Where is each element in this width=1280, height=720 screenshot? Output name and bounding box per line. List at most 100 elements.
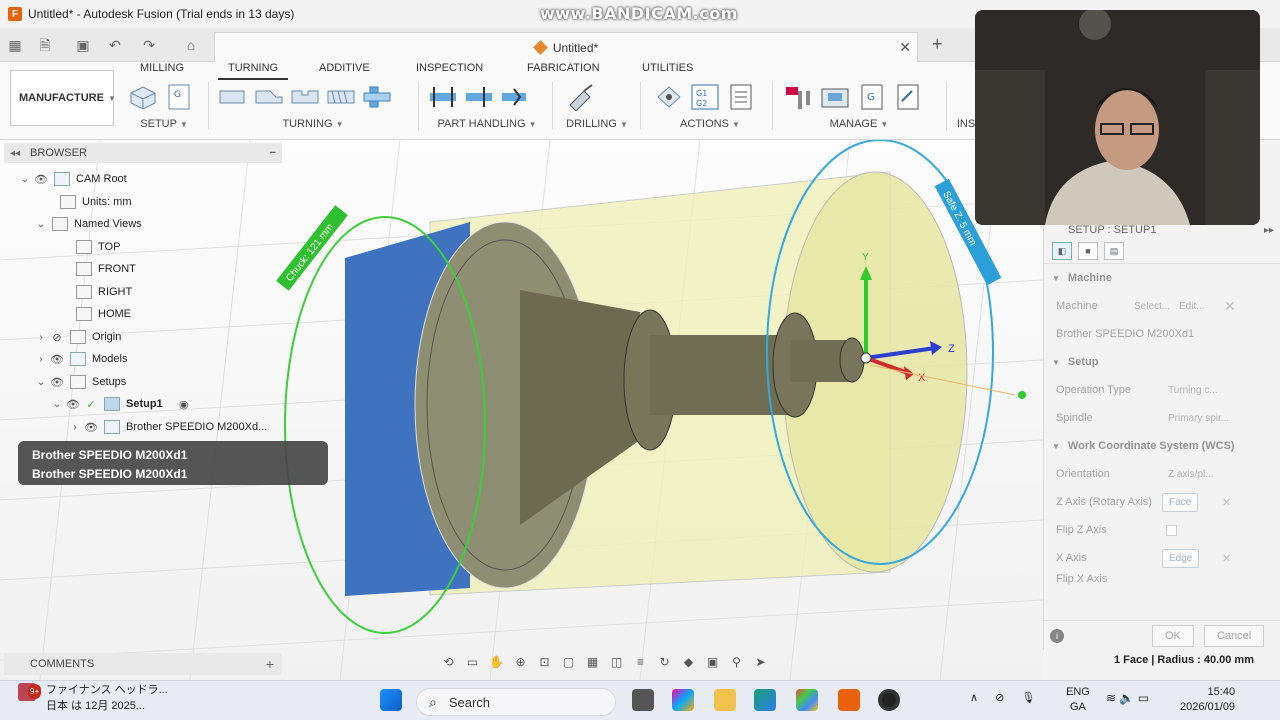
taskbar-clock[interactable]: 15:40 2026/01/09: [1180, 685, 1235, 715]
zoom-icon[interactable]: ⊕: [512, 655, 529, 669]
post-tab-icon[interactable]: ▤: [1104, 242, 1124, 260]
chevron-right-icon[interactable]: ›: [68, 422, 82, 433]
orbit-icon[interactable]: ⟲: [440, 655, 457, 669]
file-menu-icon[interactable]: 🗎: [36, 36, 54, 54]
expand-dialog-icon[interactable]: ▸▸: [1264, 225, 1274, 236]
tool-library-icon[interactable]: [784, 83, 814, 111]
close-tab-icon[interactable]: ✕: [899, 39, 911, 56]
chevron-down-icon[interactable]: ⌄: [34, 219, 48, 230]
layers-icon[interactable]: ≡: [632, 655, 649, 669]
new-tab-plus-icon[interactable]: +: [932, 34, 943, 55]
chevron-down-icon[interactable]: ⌄: [18, 174, 32, 185]
chevron-down-icon[interactable]: ⌄: [34, 377, 48, 388]
radio-active-icon[interactable]: ◉: [175, 398, 193, 411]
part-off-icon[interactable]: [500, 83, 530, 111]
post-process-g1g2-icon[interactable]: G1G2: [690, 83, 720, 111]
visual-style-icon[interactable]: ◆: [680, 655, 697, 669]
tab-fabrication[interactable]: FABRICATION: [527, 62, 600, 80]
collapse-panel-icon[interactable]: ◂◂: [10, 148, 20, 159]
chevron-right-icon[interactable]: ›: [34, 354, 48, 365]
visibility-eye-icon[interactable]: 👁: [32, 173, 50, 186]
tree-item-view-home[interactable]: HOME: [72, 303, 131, 325]
tab-turning[interactable]: TURNING: [218, 62, 289, 80]
data-panel-grid-icon[interactable]: ▦: [6, 36, 24, 54]
x-axis-edge-selector[interactable]: Edge: [1162, 548, 1200, 568]
task-view-icon[interactable]: [632, 689, 654, 711]
turning-profile-icon[interactable]: [254, 83, 284, 111]
new-setup-icon[interactable]: [128, 83, 158, 111]
post-library-icon[interactable]: G: [856, 83, 886, 111]
microphone-icon[interactable]: 🎙: [1021, 692, 1035, 704]
home-icon[interactable]: ⌂: [182, 36, 200, 54]
chevron-right-icon[interactable]: ›: [34, 332, 48, 343]
workspace-switcher[interactable]: MANUFACTURE ▼: [10, 70, 116, 126]
chevron-down-icon[interactable]: ⌄: [50, 399, 64, 410]
orientation-dropdown[interactable]: Z axis/pl...: [1168, 469, 1214, 480]
visibility-eye-icon[interactable]: 👁: [64, 398, 82, 411]
quick-settings-icons[interactable]: ≋ 🔈 ▭: [1106, 691, 1149, 705]
windows-start-icon[interactable]: [380, 689, 402, 711]
edit-machine-button[interactable]: Edit...: [1179, 301, 1205, 312]
visibility-eye-icon[interactable]: 👁: [48, 353, 66, 366]
viewports-icon[interactable]: ◫: [608, 655, 625, 669]
post-process-icon[interactable]: G: [164, 83, 194, 111]
tab-inspection[interactable]: INSPECTION: [416, 62, 483, 80]
save-icon[interactable]: ▣: [74, 36, 92, 54]
file-explorer-icon[interactable]: [714, 689, 736, 711]
cancel-button[interactable]: Cancel: [1204, 625, 1265, 647]
input-language-indicator[interactable]: ENG GA: [1066, 685, 1090, 715]
turning-part-icon[interactable]: [362, 83, 392, 111]
drilling-group-label[interactable]: DRILLING: [566, 118, 617, 130]
visibility-eye-icon[interactable]: 👁: [48, 376, 66, 389]
tab-utilities[interactable]: UTILITIES: [642, 62, 693, 80]
wcs-section-header[interactable]: ▼ Work Coordinate System (WCS): [1044, 432, 1280, 460]
tree-item-units[interactable]: Units: mm: [56, 191, 132, 213]
display-settings-icon[interactable]: ▢: [560, 655, 577, 669]
refresh-icon[interactable]: ↻: [656, 655, 673, 669]
clear-machine-icon[interactable]: ✕: [1224, 298, 1236, 315]
environment-icon[interactable]: ▣: [704, 655, 721, 669]
drill-icon[interactable]: [566, 83, 596, 111]
undo-icon[interactable]: ↶: [106, 36, 124, 54]
bar-pull-icon[interactable]: [464, 83, 494, 111]
clear-z-axis-icon[interactable]: ✕: [1222, 496, 1231, 509]
flip-z-checkbox[interactable]: [1166, 524, 1177, 536]
tree-item-setup1[interactable]: ⌄ 👁 ✓ Setup1 ◉: [50, 393, 193, 415]
turning-thread-icon[interactable]: [326, 83, 356, 111]
wcs-origin-point[interactable]: [860, 352, 872, 364]
select-machine-button[interactable]: Select...: [1134, 301, 1170, 312]
machine-section-header[interactable]: ▼ Machine: [1044, 264, 1280, 292]
tree-item-view-front[interactable]: FRONT: [72, 258, 136, 280]
tree-item-view-top[interactable]: TOP: [72, 236, 120, 258]
part-handling-group-label[interactable]: PART HANDLING: [437, 118, 525, 130]
browser-header[interactable]: ◂◂ BROWSER −: [4, 143, 282, 163]
tree-item-setups[interactable]: ⌄ 👁 Setups: [34, 371, 126, 393]
hidden-eye-icon[interactable]: ⊘: [48, 331, 66, 344]
operation-type-dropdown[interactable]: Turning c...: [1168, 385, 1218, 396]
simulate-icon[interactable]: [654, 83, 684, 111]
network-off-icon[interactable]: ⊘: [995, 692, 1004, 704]
zoom-window-icon[interactable]: ⊡: [536, 655, 553, 669]
setup-section-header[interactable]: ▼ Setup: [1044, 348, 1280, 376]
setup-group-label[interactable]: SETUP: [140, 118, 176, 130]
bandicam-record-icon[interactable]: [878, 689, 900, 711]
ok-button[interactable]: OK: [1152, 625, 1194, 647]
turning-face-icon[interactable]: [218, 83, 248, 111]
tab-additive[interactable]: ADDITIVE: [319, 62, 370, 80]
taskbar-search-box[interactable]: ⌕ Search: [416, 688, 616, 716]
stock-tab-icon[interactable]: ■: [1078, 242, 1098, 260]
tree-item-machine[interactable]: › 👁 Brother SPEEDIO M200Xd...: [68, 416, 267, 438]
info-icon[interactable]: i: [1050, 628, 1064, 643]
actions-group-label[interactable]: ACTIONS: [680, 118, 729, 130]
setup-sheet-icon[interactable]: [726, 83, 756, 111]
document-tab[interactable]: Untitled* ✕: [214, 32, 918, 62]
tool-display-icon[interactable]: ⚲: [728, 655, 745, 669]
inspect-group-label[interactable]: INS: [957, 118, 975, 130]
clear-x-axis-icon[interactable]: ✕: [1222, 552, 1231, 565]
edge-browser-icon[interactable]: [754, 689, 776, 711]
tree-item-cam-root[interactable]: ⌄ 👁 CAM Root: [18, 168, 127, 190]
add-comment-icon[interactable]: +: [266, 656, 274, 672]
news-widget[interactable]: 9+ ファイナンス ヘッドラ... 日本 は 12月 2025...: [18, 683, 168, 712]
comments-panel[interactable]: COMMENTS +: [4, 653, 282, 675]
tree-item-models[interactable]: › 👁 Models: [34, 348, 127, 370]
